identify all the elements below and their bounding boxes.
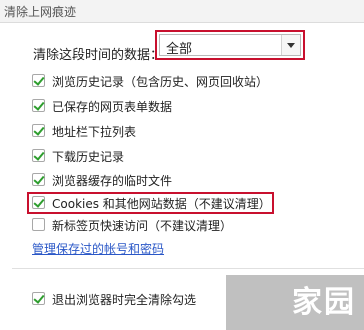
option-label: 下载历史记录 (52, 150, 125, 164)
checkbox-address-bar[interactable] (32, 124, 45, 137)
time-range-select[interactable]: 全部 (159, 34, 301, 57)
checkbox-cache-files[interactable] (32, 173, 45, 186)
dialog-title-bar: 清除上网痕迹 (0, 0, 364, 23)
checkbox-download-history[interactable] (32, 149, 45, 162)
checkbox-cookies[interactable] (32, 196, 45, 209)
manage-passwords-link[interactable]: 管理保存过的帐号和密码 (32, 240, 164, 257)
checkbox-form-data[interactable] (32, 99, 45, 112)
checkbox-browsing-history[interactable] (32, 74, 45, 87)
chevron-down-icon[interactable] (281, 35, 300, 55)
watermark-logo: 家园 (226, 275, 364, 330)
checkbox-new-tab[interactable] (32, 218, 45, 231)
dialog-title: 清除上网痕迹 (4, 5, 77, 19)
option-label: 退出浏览器时完全清除勾选 (52, 293, 197, 307)
checkbox-clear-on-exit[interactable] (32, 292, 45, 305)
option-label: Cookies 和其他网站数据（不建议清理） (52, 197, 271, 211)
option-label: 地址栏下拉列表 (52, 125, 137, 139)
option-label: 新标签页快速访问（不建议清理） (52, 219, 233, 233)
time-range-value: 全部 (166, 42, 193, 57)
time-range-label: 清除这段时间的数据： (33, 48, 164, 63)
divider (12, 268, 364, 269)
option-label: 已保存的网页表单数据 (52, 100, 173, 114)
option-label: 浏览历史记录（包含历史、网页回收站） (52, 75, 269, 89)
option-label: 浏览器缓存的临时文件 (52, 174, 173, 188)
